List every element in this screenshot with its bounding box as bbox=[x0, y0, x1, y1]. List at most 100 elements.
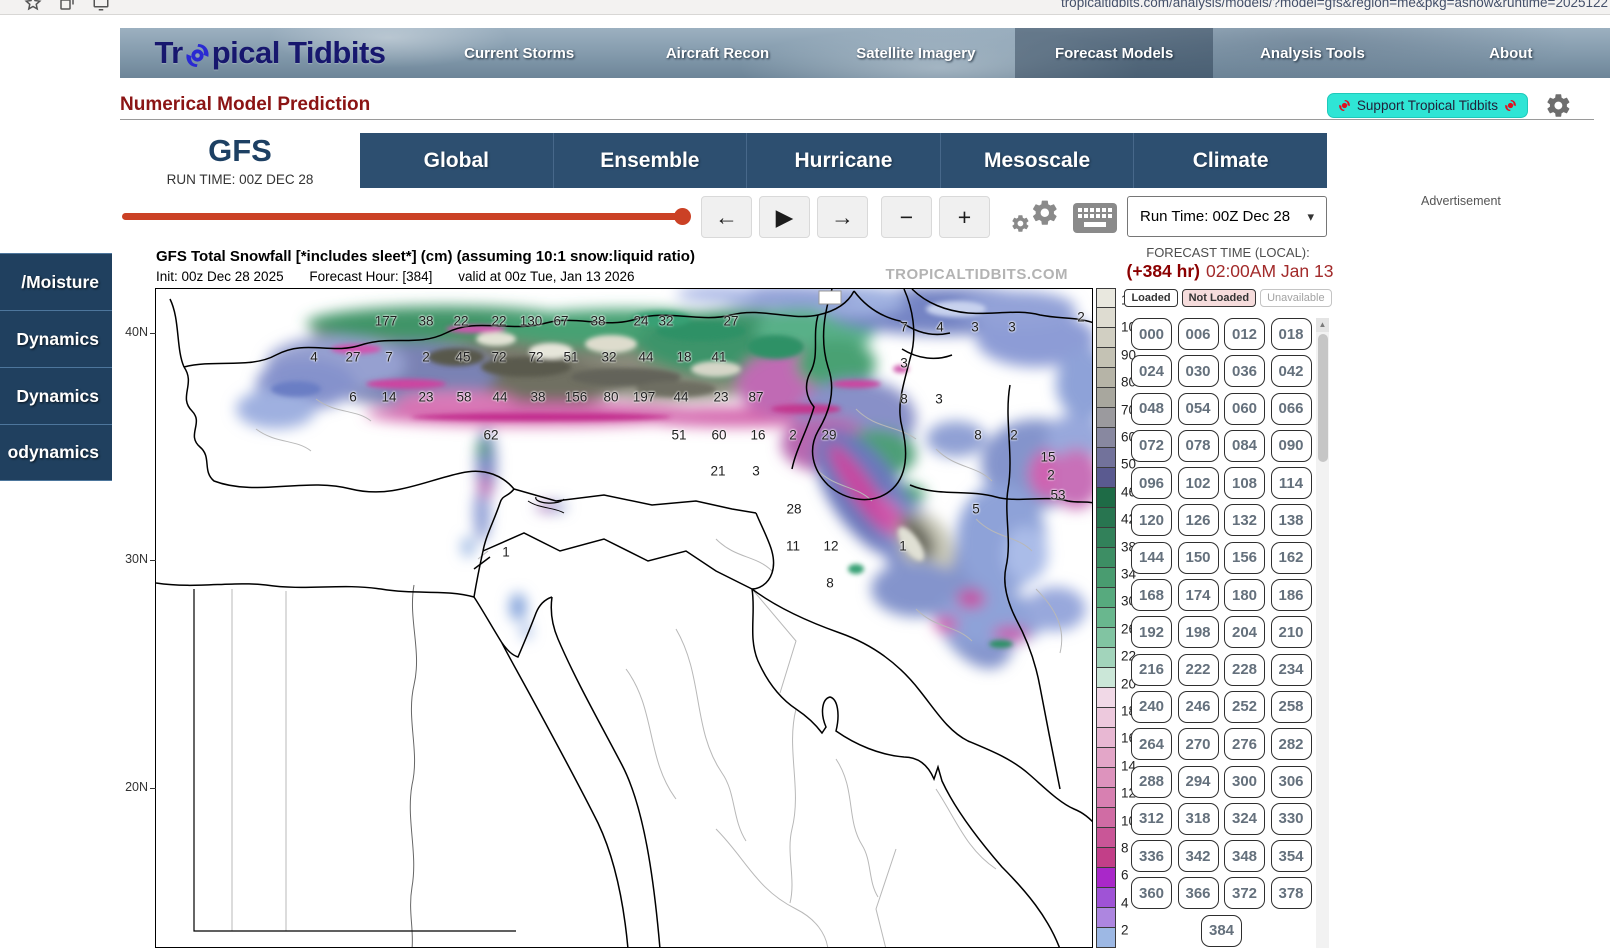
fhr-button-318[interactable]: 318 bbox=[1178, 803, 1219, 835]
step-back-button[interactable]: ← bbox=[701, 196, 752, 238]
fhr-button-336[interactable]: 336 bbox=[1131, 840, 1172, 872]
legend-not-loaded[interactable]: Not Loaded bbox=[1182, 289, 1257, 307]
fhr-button-024[interactable]: 024 bbox=[1131, 355, 1172, 387]
fhr-button-036[interactable]: 036 bbox=[1224, 355, 1265, 387]
fhr-button-186[interactable]: 186 bbox=[1271, 579, 1312, 611]
fhr-button-204[interactable]: 204 bbox=[1224, 616, 1265, 648]
scroll-up-arrow[interactable]: ▲ bbox=[1316, 318, 1329, 332]
fhr-button-114[interactable]: 114 bbox=[1271, 467, 1312, 499]
fhr-button-348[interactable]: 348 bbox=[1224, 840, 1265, 872]
fhr-button-168[interactable]: 168 bbox=[1131, 579, 1172, 611]
fhr-button-246[interactable]: 246 bbox=[1178, 691, 1219, 723]
map-inset-box[interactable] bbox=[819, 291, 841, 304]
fhr-button-282[interactable]: 282 bbox=[1271, 728, 1312, 760]
scrollbar-thumb[interactable] bbox=[1318, 334, 1328, 462]
sidebar-item-moisture[interactable]: /Moisture bbox=[0, 253, 112, 310]
fhr-button-288[interactable]: 288 bbox=[1131, 766, 1172, 798]
fhr-button-162[interactable]: 162 bbox=[1271, 542, 1312, 574]
tab-mesoscale[interactable]: Mesoscale bbox=[940, 133, 1134, 188]
fhr-button-240[interactable]: 240 bbox=[1131, 691, 1172, 723]
fhr-button-228[interactable]: 228 bbox=[1224, 654, 1265, 686]
fhr-button-234[interactable]: 234 bbox=[1271, 654, 1312, 686]
play-button[interactable]: ▶ bbox=[759, 196, 810, 238]
bookmark-star-icon[interactable] bbox=[24, 0, 42, 12]
fhr-button-150[interactable]: 150 bbox=[1178, 542, 1219, 574]
nav-item-forecast-models[interactable]: Forecast Models bbox=[1015, 28, 1213, 78]
fhr-button-258[interactable]: 258 bbox=[1271, 691, 1312, 723]
fhr-button-000[interactable]: 000 bbox=[1131, 318, 1172, 350]
fhr-button-030[interactable]: 030 bbox=[1178, 355, 1219, 387]
step-forward-button[interactable]: → bbox=[817, 196, 868, 238]
forecast-hour-slider[interactable] bbox=[122, 213, 682, 220]
fhr-button-156[interactable]: 156 bbox=[1224, 542, 1265, 574]
fhr-button-264[interactable]: 264 bbox=[1131, 728, 1172, 760]
address-url[interactable]: tropicaltidbits.com/analysis/models/?mod… bbox=[1061, 0, 1608, 10]
nav-item-about[interactable]: About bbox=[1412, 28, 1610, 78]
fhr-button-378[interactable]: 378 bbox=[1271, 877, 1312, 909]
fhr-button-048[interactable]: 048 bbox=[1131, 393, 1172, 425]
fhr-button-216[interactable]: 216 bbox=[1131, 654, 1172, 686]
fhr-button-306[interactable]: 306 bbox=[1271, 766, 1312, 798]
fhr-button-198[interactable]: 198 bbox=[1178, 616, 1219, 648]
fhr-button-126[interactable]: 126 bbox=[1178, 504, 1219, 536]
tab-climate[interactable]: Climate bbox=[1133, 133, 1327, 188]
fhr-button-324[interactable]: 324 bbox=[1224, 803, 1265, 835]
fhr-button-078[interactable]: 078 bbox=[1178, 430, 1219, 462]
fhr-button-372[interactable]: 372 bbox=[1224, 877, 1265, 909]
tab-ensemble[interactable]: Ensemble bbox=[553, 133, 747, 188]
fhr-button-276[interactable]: 276 bbox=[1224, 728, 1265, 760]
share-icon[interactable] bbox=[58, 0, 76, 12]
fhr-button-384[interactable]: 384 bbox=[1201, 915, 1242, 947]
fhr-button-018[interactable]: 018 bbox=[1271, 318, 1312, 350]
fhr-button-132[interactable]: 132 bbox=[1224, 504, 1265, 536]
fhr-button-144[interactable]: 144 bbox=[1131, 542, 1172, 574]
fhr-button-342[interactable]: 342 bbox=[1178, 840, 1219, 872]
monitor-icon[interactable] bbox=[92, 0, 110, 12]
nav-item-aircraft-recon[interactable]: Aircraft Recon bbox=[618, 28, 816, 78]
fhr-button-054[interactable]: 054 bbox=[1178, 393, 1219, 425]
fhr-button-042[interactable]: 042 bbox=[1271, 355, 1312, 387]
fhr-button-180[interactable]: 180 bbox=[1224, 579, 1265, 611]
fhr-button-090[interactable]: 090 bbox=[1271, 430, 1312, 462]
fhr-button-102[interactable]: 102 bbox=[1178, 467, 1219, 499]
fhr-button-006[interactable]: 006 bbox=[1178, 318, 1219, 350]
fhr-button-120[interactable]: 120 bbox=[1131, 504, 1172, 536]
fhr-button-096[interactable]: 096 bbox=[1131, 467, 1172, 499]
fhr-button-300[interactable]: 300 bbox=[1224, 766, 1265, 798]
fhr-button-312[interactable]: 312 bbox=[1131, 803, 1172, 835]
legend-unavailable[interactable]: Unavailable bbox=[1260, 289, 1331, 307]
nav-item-current-storms[interactable]: Current Storms bbox=[420, 28, 618, 78]
run-time-select[interactable]: Run Time: 00Z Dec 28 ▾ bbox=[1127, 196, 1327, 237]
tab-global[interactable]: Global bbox=[360, 133, 553, 188]
support-button[interactable]: Support Tropical Tidbits bbox=[1327, 93, 1528, 118]
fhr-button-366[interactable]: 366 bbox=[1178, 877, 1219, 909]
hours-scrollbar[interactable]: ▲ bbox=[1316, 318, 1329, 948]
tab-hurricane[interactable]: Hurricane bbox=[746, 133, 940, 188]
legend-loaded[interactable]: Loaded bbox=[1124, 289, 1177, 307]
keyboard-shortcuts-icon[interactable] bbox=[1072, 202, 1118, 234]
sidebar-item-dynamics[interactable]: Dynamics bbox=[0, 310, 112, 367]
fhr-button-012[interactable]: 012 bbox=[1224, 318, 1265, 350]
nav-item-analysis-tools[interactable]: Analysis Tools bbox=[1213, 28, 1411, 78]
speed-up-button[interactable]: + bbox=[939, 196, 990, 238]
fhr-button-066[interactable]: 066 bbox=[1271, 393, 1312, 425]
animation-settings-gears-icon[interactable] bbox=[1010, 196, 1064, 240]
fhr-button-330[interactable]: 330 bbox=[1271, 803, 1312, 835]
fhr-button-192[interactable]: 192 bbox=[1131, 616, 1172, 648]
fhr-button-060[interactable]: 060 bbox=[1224, 393, 1265, 425]
site-logo[interactable]: Tr pical Tidbits bbox=[120, 35, 420, 71]
nav-item-satellite-imagery[interactable]: Satellite Imagery bbox=[817, 28, 1015, 78]
settings-gear-icon[interactable] bbox=[1545, 92, 1572, 119]
slider-knob[interactable] bbox=[674, 208, 691, 225]
fhr-button-360[interactable]: 360 bbox=[1131, 877, 1172, 909]
fhr-button-270[interactable]: 270 bbox=[1178, 728, 1219, 760]
fhr-button-072[interactable]: 072 bbox=[1131, 430, 1172, 462]
fhr-button-252[interactable]: 252 bbox=[1224, 691, 1265, 723]
fhr-button-354[interactable]: 354 bbox=[1271, 840, 1312, 872]
fhr-button-174[interactable]: 174 bbox=[1178, 579, 1219, 611]
fhr-button-084[interactable]: 084 bbox=[1224, 430, 1265, 462]
sidebar-item-dynamics[interactable]: Dynamics bbox=[0, 367, 112, 424]
fhr-button-222[interactable]: 222 bbox=[1178, 654, 1219, 686]
sidebar-item-odynamics[interactable]: odynamics bbox=[0, 424, 112, 481]
fhr-button-108[interactable]: 108 bbox=[1224, 467, 1265, 499]
